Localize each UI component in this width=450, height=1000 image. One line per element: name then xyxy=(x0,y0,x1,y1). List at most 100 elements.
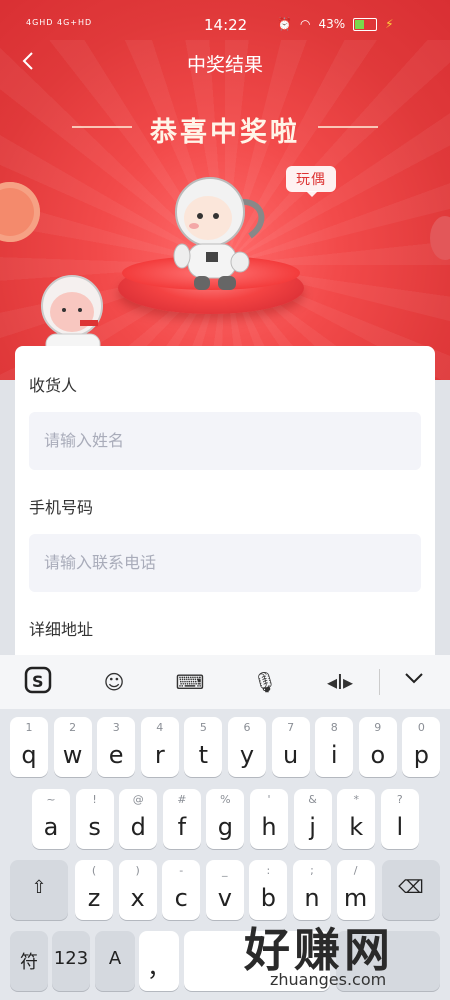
key-hint: ! xyxy=(92,793,97,806)
key-k[interactable]: * k xyxy=(337,789,376,849)
key-a[interactable]: ~ a xyxy=(32,789,70,849)
key-j[interactable]: & j xyxy=(293,789,332,849)
key-label: 符 xyxy=(20,952,38,973)
phone-input[interactable]: 请输入联系电话 xyxy=(29,534,421,592)
battery-icon xyxy=(353,17,378,31)
key-hint: ) xyxy=(135,864,140,877)
signal-indicator: 4GHD 4G+HD xyxy=(26,18,93,27)
key-hint: ' xyxy=(267,793,271,806)
key-label: ⌫ xyxy=(398,877,424,898)
microphone-icon[interactable]: 🎙 xyxy=(247,665,283,699)
key-hint: 3 xyxy=(112,721,120,734)
keyboard-toolbar: S ☺ ⌨ 🎙 ◂I▸ xyxy=(0,655,450,709)
key-hint: ? xyxy=(396,793,403,806)
key-hint: _ xyxy=(222,864,228,877)
key-r[interactable]: 4r xyxy=(140,717,179,777)
key-e[interactable]: 3e xyxy=(97,717,136,777)
key-hint: 0 xyxy=(417,721,425,734)
key-f[interactable]: # f xyxy=(162,789,201,849)
watermark: 好赚网 zhuanges.com xyxy=(240,910,450,1000)
key-hint: - xyxy=(179,864,184,877)
key-y[interactable]: 6y xyxy=(228,717,266,777)
key-label: r xyxy=(154,741,165,769)
svg-text:S: S xyxy=(32,672,44,691)
key-hint: 7 xyxy=(287,721,295,734)
case-toggle-key[interactable]: A xyxy=(95,931,135,991)
prize-banner: 4GHD 4G+HD 14:22 ⏰ ◠ 43% ⚡ 中奖结果 恭喜中奖啦 玩偶 xyxy=(0,0,450,380)
status-time: 14:22 xyxy=(204,16,248,34)
key-label: g xyxy=(217,813,233,841)
symbols-key[interactable]: 符 xyxy=(10,931,48,991)
wifi-icon: ◠ xyxy=(299,17,311,31)
key-g[interactable]: % g xyxy=(206,789,245,849)
key-label: n xyxy=(304,884,320,912)
key-label: ⇧ xyxy=(31,877,47,898)
key-label: h xyxy=(261,813,277,841)
watermark-url: zhuanges.com xyxy=(270,970,387,989)
key-label: b xyxy=(260,884,276,912)
alarm-icon: ⏰ xyxy=(277,17,292,31)
key-h[interactable]: ' h xyxy=(250,789,288,849)
key-hint: 8 xyxy=(330,721,338,734)
battery-percent: 43% xyxy=(318,17,346,31)
congrats-heading: 恭喜中奖啦 xyxy=(150,117,300,148)
cursor-move-icon[interactable]: ◂I▸ xyxy=(322,665,358,699)
key-p[interactable]: 0p xyxy=(402,717,441,777)
key-hint: 5 xyxy=(199,721,207,734)
key-t[interactable]: 5t xyxy=(184,717,223,777)
key-q[interactable]: 1q xyxy=(10,717,48,777)
key-hint: # xyxy=(177,793,187,806)
page-title: 中奖结果 xyxy=(186,54,263,76)
phone-label: 手机号码 xyxy=(29,498,94,517)
key-label: u xyxy=(282,741,299,769)
prize-type-tag: 玩偶 xyxy=(286,166,336,197)
comma-key[interactable]: ， xyxy=(139,931,179,991)
key-o[interactable]: 9o xyxy=(358,717,397,777)
key-label: s xyxy=(88,813,101,841)
key-hint: 4 xyxy=(156,721,164,734)
key-label: l xyxy=(396,813,404,841)
key-label: A xyxy=(108,948,122,969)
toolbar-divider xyxy=(379,669,380,695)
sogou-logo-icon[interactable]: S xyxy=(20,665,56,699)
receiver-name-input[interactable]: 请输入姓名 xyxy=(29,412,421,470)
collapse-keyboard-icon[interactable] xyxy=(396,665,432,699)
key-u[interactable]: 7u xyxy=(271,717,310,777)
keyboard-layout-icon[interactable]: ⌨ xyxy=(172,665,208,699)
key-w[interactable]: 2w xyxy=(53,717,92,777)
shift-key[interactable]: ⇧ xyxy=(10,860,68,920)
key-label: f xyxy=(177,813,187,841)
key-v[interactable]: _ v xyxy=(205,860,244,920)
key-hint: & xyxy=(308,793,317,806)
key-label: v xyxy=(217,884,232,912)
key-l[interactable]: ? l xyxy=(380,789,419,849)
key-label: x xyxy=(130,884,145,912)
emoji-icon[interactable]: ☺ xyxy=(96,665,132,699)
key-label: d xyxy=(130,813,146,841)
key-label: c xyxy=(174,884,188,912)
key-hint: % xyxy=(220,793,231,806)
key-label: 123 xyxy=(53,948,89,969)
key-label: a xyxy=(43,813,59,841)
key-x[interactable]: ) x xyxy=(118,860,157,920)
key-d[interactable]: @ d xyxy=(119,789,158,849)
key-label: k xyxy=(349,813,364,841)
key-s[interactable]: ! s xyxy=(75,789,114,849)
key-i[interactable]: 8i xyxy=(315,717,354,777)
key-hint: 1 xyxy=(25,721,33,734)
key-label: p xyxy=(413,741,429,769)
key-label: z xyxy=(87,884,101,912)
key-hint: 2 xyxy=(69,721,77,734)
astronaut-figure xyxy=(173,177,265,290)
key-c[interactable]: -c xyxy=(162,860,201,920)
key-hint: : xyxy=(266,864,271,877)
receiver-label: 收货人 xyxy=(29,376,78,395)
key-hint: ; xyxy=(310,864,314,877)
key-z[interactable]: (z xyxy=(75,860,113,920)
numbers-key[interactable]: 123 xyxy=(52,931,90,991)
key-label: j xyxy=(309,813,316,841)
key-label: m xyxy=(343,884,368,912)
key-hint: @ xyxy=(132,793,144,806)
key-hint: * xyxy=(353,793,359,806)
key-hint: 9 xyxy=(374,721,382,734)
